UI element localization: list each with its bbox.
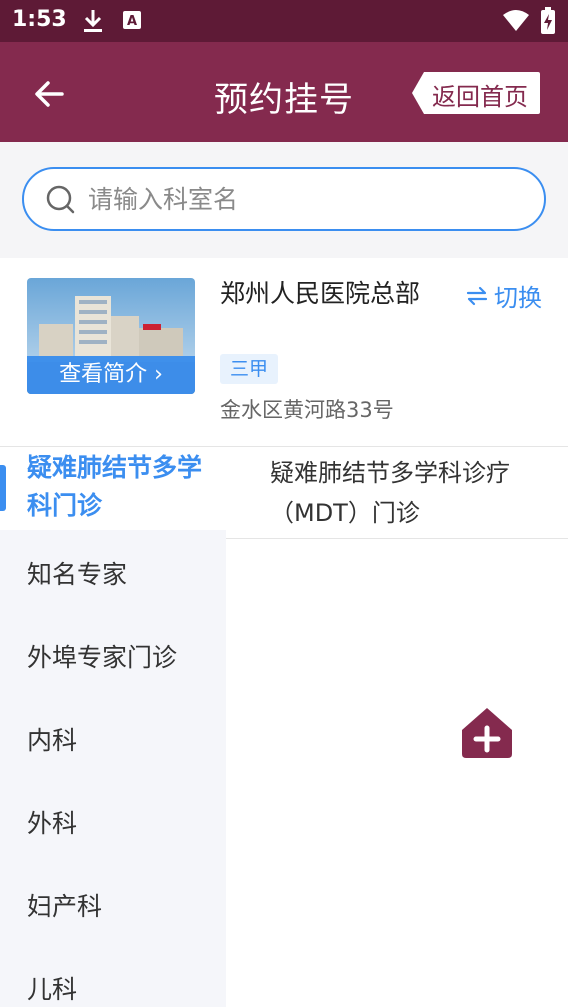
- search-input[interactable]: [88, 179, 518, 219]
- switch-label: 切换: [494, 284, 542, 312]
- department-item[interactable]: 疑难肺结节多学科诊疗（MDT）门诊: [226, 447, 568, 539]
- a-notification-icon: A: [122, 10, 142, 34]
- download-icon: [82, 8, 104, 38]
- hospital-card: 查看简介 › 郑州人民医院总部 三甲 金水区黄河路33号 切换: [0, 258, 568, 446]
- svg-text:A: A: [127, 14, 137, 29]
- wifi-icon: [502, 8, 530, 36]
- switch-hospital-button[interactable]: 切换: [466, 278, 542, 313]
- sidebar-item-label: 外埠专家门诊: [27, 643, 178, 672]
- home-plus-icon: [462, 708, 512, 758]
- search-box[interactable]: [22, 167, 546, 231]
- department-label: 疑难肺结节多学科诊疗（MDT）门诊: [270, 459, 510, 527]
- home-button[interactable]: 返回首页: [412, 72, 540, 114]
- category-sidebar: 疑难肺结节多学科门诊 知名专家 外埠专家门诊 内科 外科 妇产科 儿科: [0, 447, 226, 1007]
- sidebar-item-famous-experts[interactable]: 知名专家: [0, 555, 226, 591]
- status-bar: 1:53 A: [0, 0, 568, 42]
- sidebar-item-internal-medicine[interactable]: 内科: [0, 721, 226, 757]
- sidebar-item-obstetrics[interactable]: 妇产科: [0, 887, 226, 923]
- sidebar-item-label: 外科: [27, 809, 78, 838]
- hospital-name: 郑州人民医院总部: [220, 279, 421, 308]
- view-intro-button[interactable]: 查看简介 ›: [27, 356, 195, 394]
- app-header: 预约挂号 返回首页: [0, 42, 568, 142]
- sidebar-item-pediatrics[interactable]: 儿科: [0, 970, 226, 1006]
- sidebar-item-label: 妇产科: [27, 892, 103, 921]
- search-icon: [46, 185, 75, 214]
- floating-home-button[interactable]: [460, 706, 514, 760]
- battery-charging-icon: [540, 7, 556, 39]
- hospital-level-badge: 三甲: [220, 354, 279, 384]
- sidebar-item-mdt[interactable]: 疑难肺结节多学科门诊: [0, 447, 226, 530]
- sidebar-item-label: 知名专家: [27, 560, 128, 589]
- status-time: 1:53: [12, 7, 67, 32]
- search-section: [0, 142, 568, 258]
- hospital-photo[interactable]: 查看简介 ›: [27, 278, 195, 394]
- sidebar-item-label: 内科: [27, 726, 78, 755]
- sidebar-item-label: 疑难肺结节多学科门诊: [27, 453, 203, 520]
- switch-icon: [466, 284, 488, 312]
- home-button-label: 返回首页: [432, 83, 528, 111]
- sidebar-item-external-experts[interactable]: 外埠专家门诊: [0, 638, 226, 674]
- sidebar-item-label: 儿科: [27, 975, 78, 1004]
- active-indicator: [0, 465, 6, 511]
- hospital-address: 金水区黄河路33号: [220, 398, 394, 422]
- sidebar-item-surgery[interactable]: 外科: [0, 804, 226, 840]
